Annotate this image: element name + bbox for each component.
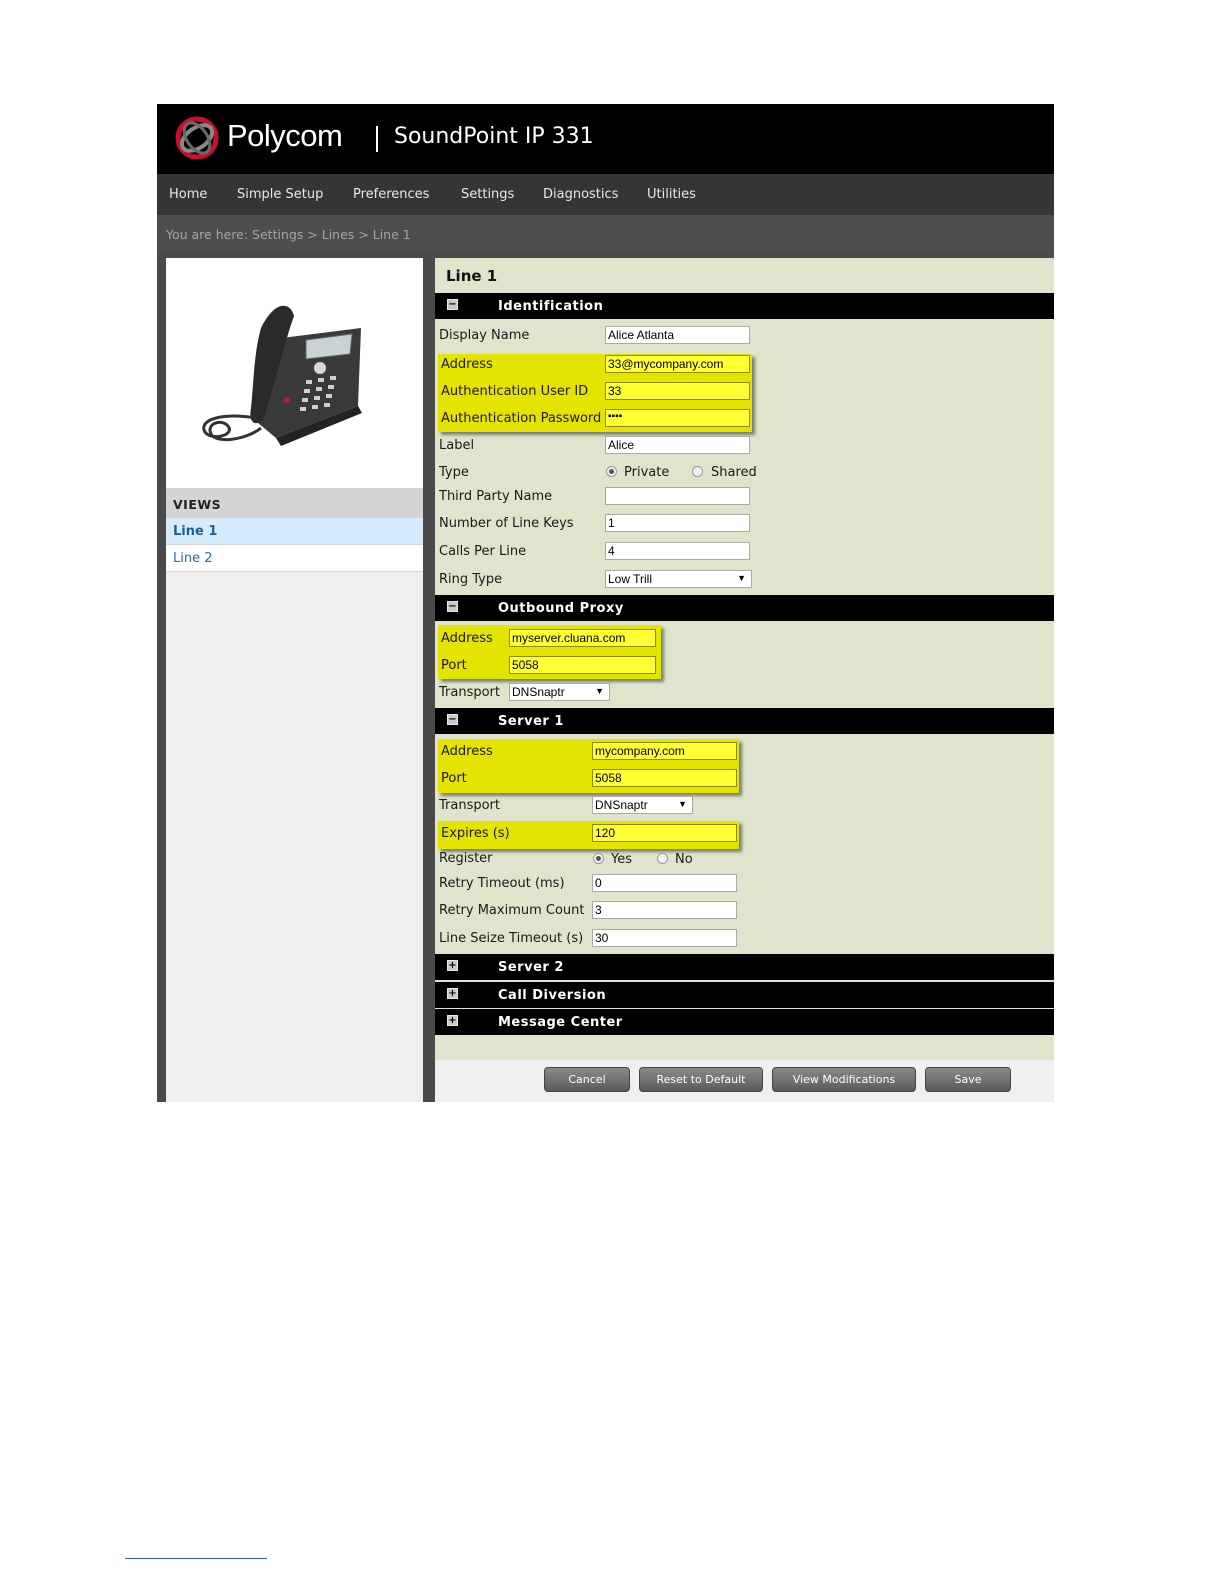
retry-timeout-label: Retry Timeout (ms) <box>439 876 565 891</box>
type-label: Type <box>439 465 469 480</box>
server1-address-field[interactable]: mycompany.com <box>592 742 737 760</box>
proxy-transport-label: Transport <box>439 685 501 700</box>
sidebar-item-label: Line 1 <box>173 524 218 539</box>
server1-transport-label: Transport <box>439 798 501 813</box>
section-message-center-header[interactable]: + Message Center <box>435 1009 1054 1035</box>
desk-phone-image <box>202 305 362 446</box>
display-name-field[interactable]: Alice Atlanta <box>605 326 750 344</box>
nav-simple-setup[interactable]: Simple Setup <box>237 187 323 202</box>
line-keys-label: Number of Line Keys <box>439 516 574 531</box>
proxy-port-field[interactable]: 5058 <box>509 656 656 674</box>
ring-type-label: Ring Type <box>439 572 503 587</box>
phone-image-box <box>166 258 423 488</box>
retry-max-label: Retry Maximum Count <box>439 903 585 918</box>
proxy-address-label: Address <box>441 631 493 646</box>
views-header: VIEWS <box>166 488 423 518</box>
collapse-icon[interactable]: − <box>447 299 458 310</box>
main-nav: Home Simple Setup Preferences Settings D… <box>157 174 1054 215</box>
polycom-web-ui: Polycom SoundPoint IP 331 Home Simple Se… <box>157 104 1054 1102</box>
server1-port-field[interactable]: 5058 <box>592 769 737 787</box>
section-server-2-header[interactable]: + Server 2 <box>435 954 1054 980</box>
save-button[interactable]: Save <box>925 1067 1011 1092</box>
line-settings-form: Line 1 − Identification Display Name Ali… <box>435 258 1054 1102</box>
register-no-radio[interactable] <box>657 853 668 864</box>
register-yes-radio[interactable] <box>593 853 604 864</box>
section-call-diversion-header[interactable]: + Call Diversion <box>435 982 1054 1008</box>
section-identification-header[interactable]: − Identification <box>435 293 1054 319</box>
calls-per-line-field[interactable]: 4 <box>605 542 750 560</box>
auth-password-label: Authentication Password <box>441 411 602 426</box>
proxy-transport-select[interactable]: DNSnaptr <box>509 683 610 701</box>
nav-preferences[interactable]: Preferences <box>353 187 429 202</box>
footnote-separator <box>125 1558 267 1559</box>
register-label: Register <box>439 851 493 866</box>
section-outbound-proxy-header[interactable]: − Outbound Proxy <box>435 595 1054 621</box>
auth-user-id-field[interactable]: 33 <box>605 382 750 400</box>
section-server-1-header[interactable]: − Server 1 <box>435 708 1054 734</box>
collapse-icon[interactable]: − <box>447 714 458 725</box>
section-title: Identification <box>498 299 604 314</box>
calls-per-line-label: Calls Per Line <box>439 544 527 559</box>
proxy-address-field[interactable]: myserver.cluana.com <box>509 629 656 647</box>
sidebar: VIEWS Line 1 Line 2 <box>166 258 423 1102</box>
product-name: SoundPoint IP 331 <box>394 124 594 149</box>
server1-address-label: Address <box>441 744 493 759</box>
address-field[interactable]: 33@mycompany.com <box>605 355 750 373</box>
breadcrumb-bar: You are here: Settings > Lines > Line 1 <box>157 215 1054 253</box>
third-party-name-label: Third Party Name <box>439 489 553 504</box>
line-seize-field[interactable]: 30 <box>592 929 737 947</box>
retry-timeout-field[interactable]: 0 <box>592 874 737 892</box>
proxy-port-label: Port <box>441 658 467 673</box>
register-no-label: No <box>675 852 693 867</box>
auth-password-field[interactable]: ▪▪▪▪ <box>605 409 750 427</box>
page-title: Line 1 <box>446 267 498 285</box>
type-private-radio[interactable] <box>606 466 617 477</box>
expand-icon[interactable]: + <box>447 1015 458 1026</box>
server1-transport-select[interactable]: DNSnaptr <box>592 796 693 814</box>
nav-diagnostics[interactable]: Diagnostics <box>543 187 618 202</box>
header-bar: Polycom SoundPoint IP 331 <box>157 104 1054 174</box>
address-label: Address <box>441 357 493 372</box>
type-shared-radio[interactable] <box>692 466 703 477</box>
action-bar: Cancel Reset to Default View Modificatio… <box>435 1060 1054 1102</box>
brand-name: Polycom <box>227 118 343 153</box>
line-label-label: Label <box>439 438 475 453</box>
retry-max-field[interactable]: 3 <box>592 901 737 919</box>
sidebar-item-line-1[interactable]: Line 1 <box>166 518 423 545</box>
polycom-logo-icon <box>175 116 219 160</box>
views-title: VIEWS <box>173 497 222 512</box>
collapse-icon[interactable]: − <box>447 601 458 612</box>
register-yes-label: Yes <box>611 852 632 867</box>
sidebar-item-line-2[interactable]: Line 2 <box>166 545 423 572</box>
auth-user-id-label: Authentication User ID <box>441 384 589 399</box>
reset-to-default-button[interactable]: Reset to Default <box>639 1067 763 1092</box>
type-private-label: Private <box>624 465 670 480</box>
section-title: Outbound Proxy <box>498 601 624 616</box>
type-shared-label: Shared <box>711 465 757 480</box>
expires-label: Expires (s) <box>441 826 510 841</box>
line-keys-field[interactable]: 1 <box>605 514 750 532</box>
server1-port-label: Port <box>441 771 467 786</box>
section-title: Server 1 <box>498 714 564 729</box>
line-label-field[interactable]: Alice <box>605 436 750 454</box>
nav-settings[interactable]: Settings <box>461 187 514 202</box>
expand-icon[interactable]: + <box>447 960 458 971</box>
nav-home[interactable]: Home <box>169 187 207 202</box>
expires-field[interactable]: 120 <box>592 824 737 842</box>
display-name-label: Display Name <box>439 328 530 343</box>
expand-icon[interactable]: + <box>447 988 458 999</box>
third-party-name-field[interactable] <box>605 487 750 505</box>
section-title: Server 2 <box>498 960 564 975</box>
breadcrumb: You are here: Settings > Lines > Line 1 <box>166 227 411 242</box>
section-title: Message Center <box>498 1015 623 1030</box>
header-divider <box>376 126 378 152</box>
nav-utilities[interactable]: Utilities <box>647 187 696 202</box>
section-title: Call Diversion <box>498 988 607 1003</box>
view-modifications-button[interactable]: View Modifications <box>772 1067 916 1092</box>
sidebar-item-label: Line 2 <box>173 551 213 566</box>
cancel-button[interactable]: Cancel <box>544 1067 630 1092</box>
ring-type-select[interactable]: Low Trill <box>605 570 752 588</box>
line-seize-label: Line Seize Timeout (s) <box>439 931 584 946</box>
